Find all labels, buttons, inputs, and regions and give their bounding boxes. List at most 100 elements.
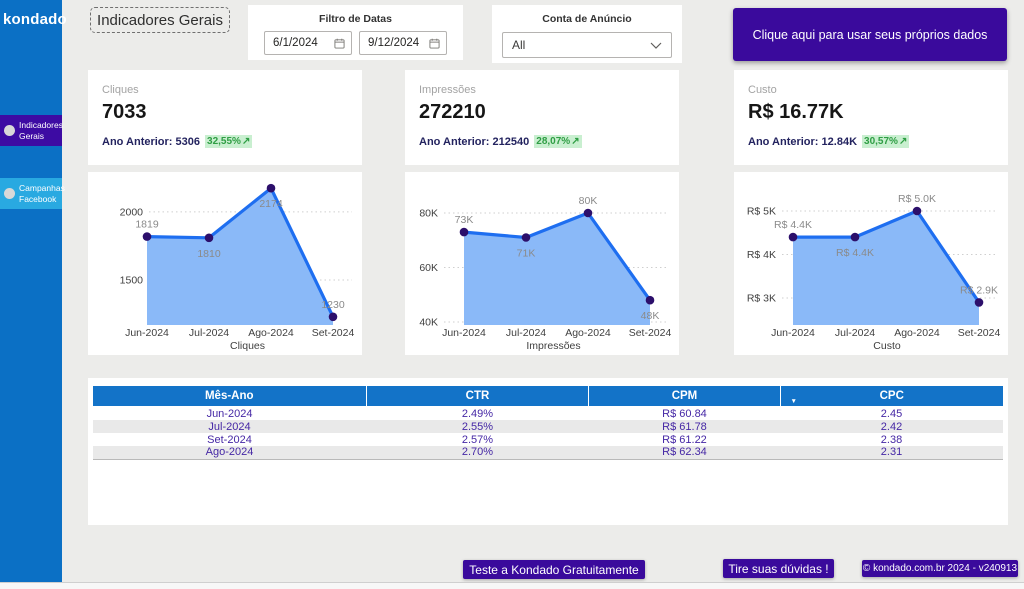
metrics-table-card: Mês-Ano CTR CPM CPC ▼ Jun-2024 2.49% R$ 6… [88,378,1008,525]
sort-desc-icon: ▼ [791,399,797,406]
svg-text:80K: 80K [579,195,598,207]
column-header-mes-ano[interactable]: Mês-Ano [93,386,366,407]
table-row: Set-2024 2.57% R$ 61.22 2.38 [93,433,1003,446]
svg-text:R$ 4K: R$ 4K [747,249,776,261]
svg-text:Jul-2024: Jul-2024 [506,327,546,339]
column-header-cpc[interactable]: CPC ▼ [780,386,1003,407]
svg-text:Ago-2024: Ago-2024 [565,327,611,339]
start-date-input[interactable]: 6/1/2024 [264,31,352,55]
svg-text:Ago-2024: Ago-2024 [894,327,940,339]
sidebar-item-indicadores-gerais[interactable]: Indicadores Gerais [0,115,62,146]
table-cell: 2.70% [366,446,589,459]
svg-text:2000: 2000 [120,206,144,218]
page-title: Indicadores Gerais [90,7,230,33]
delta-badge: 32,55%↗ [205,135,252,148]
table-cell: 2.45 [780,407,1003,420]
svg-text:Jun-2024: Jun-2024 [442,327,486,339]
svg-text:Jun-2024: Jun-2024 [771,327,815,339]
delta-value: 28,07% [536,136,570,147]
account-dropdown-value: All [512,38,525,52]
kpi-previous-year: Ano Anterior: 5306 32,55%↗ [102,135,362,148]
date-filter-label: Filtro de Datas [248,13,463,25]
svg-text:48K: 48K [641,310,660,322]
kpi-label: Cliques [102,84,362,96]
trend-up-icon: ↗ [242,136,250,147]
column-header-label: CPC [880,390,904,402]
calendar-icon[interactable] [429,38,440,49]
sidebar-item-label: Indicadores Gerais [19,120,63,140]
trend-up-icon: ↗ [899,136,907,147]
svg-text:1230: 1230 [321,299,345,311]
kpi-value: 272210 [419,101,679,124]
table-cell: 2.38 [780,433,1003,446]
svg-text:60K: 60K [419,262,438,274]
svg-text:73K: 73K [455,214,474,226]
svg-text:2174: 2174 [259,198,283,210]
impressoes-area-chart[interactable]: 80K60K40K73K71K80K48KJun-2024Jul-2024Ago… [405,172,679,355]
sidebar-item-campanhas-facebook[interactable]: Campanhas Facebook [0,178,62,209]
svg-text:R$ 3K: R$ 3K [747,293,776,305]
table-cell: Ago-2024 [93,446,366,459]
kpi-card-cliques: Cliques 7033 Ano Anterior: 5306 32,55%↗ [88,70,362,165]
column-header-cpm[interactable]: CPM [589,386,780,407]
svg-text:Custo: Custo [873,340,901,352]
end-date-value: 9/12/2024 [368,37,419,49]
kpi-value: 7033 [102,101,362,124]
prev-label: Ano Anterior: [102,136,172,148]
account-filter-card: Conta de Anúncio All [492,5,682,63]
table-cell: Jul-2024 [93,420,366,433]
table-row: Jun-2024 2.49% R$ 60.84 2.45 [93,407,1003,420]
svg-text:Ago-2024: Ago-2024 [248,327,294,339]
date-filter-card: Filtro de Datas 6/1/2024 9/12/2024 [248,5,463,60]
svg-text:1819: 1819 [135,219,159,231]
svg-text:1810: 1810 [197,248,221,260]
kpi-card-impressoes: Impressões 272210 Ano Anterior: 21254028… [405,70,679,165]
questions-button[interactable]: Tire suas dúvidas ! [723,559,834,578]
svg-text:R$ 4.4K: R$ 4.4K [774,219,812,231]
delta-badge: 30,57%↗ [862,135,909,148]
table-cell: R$ 60.84 [589,407,780,420]
prev-label: Ano Anterior: [748,136,818,148]
custo-area-chart[interactable]: R$ 5KR$ 4KR$ 3KR$ 4.4KR$ 4.4KR$ 5.0KR$ 2… [734,172,1008,355]
svg-text:Set-2024: Set-2024 [629,327,672,339]
account-dropdown[interactable]: All [502,32,672,58]
svg-text:Set-2024: Set-2024 [958,327,1001,339]
table-cell: Jun-2024 [93,407,366,420]
svg-text:80K: 80K [419,207,438,219]
column-header-ctr[interactable]: CTR [366,386,589,407]
delta-badge: 28,07%↗ [534,135,581,148]
prev-value: 5306 [176,136,200,148]
radio-dot-icon [4,188,15,199]
use-own-data-button[interactable]: Clique aqui para usar seus próprios dado… [733,8,1007,61]
kpi-previous-year: Ano Anterior: 12.84K 30,57%↗ [748,135,1008,148]
kondado-logo: kondado [0,0,62,28]
svg-text:40K: 40K [419,317,438,329]
svg-text:Jul-2024: Jul-2024 [189,327,229,339]
free-trial-button[interactable]: Teste a Kondado Gratuitamente [463,560,645,579]
table-cell: R$ 62.34 [589,446,780,459]
prev-label: Ano Anterior: [419,136,489,148]
sidebar: kondado Indicadores Gerais Campanhas Fac… [0,0,62,582]
table-cell: 2.49% [366,407,589,420]
svg-text:Jun-2024: Jun-2024 [125,327,169,339]
table-header-row: Mês-Ano CTR CPM CPC ▼ [93,386,1003,407]
kpi-previous-year: Ano Anterior: 21254028,07%↗ [419,135,679,148]
calendar-icon[interactable] [334,38,345,49]
start-date-value: 6/1/2024 [273,37,318,49]
page-bottom-strip [0,582,1024,589]
table-cell: 2.31 [780,446,1003,459]
table-cell: Set-2024 [93,433,366,446]
end-date-input[interactable]: 9/12/2024 [359,31,447,55]
chevron-down-icon [650,42,662,49]
account-filter-label: Conta de Anúncio [492,13,682,25]
cliques-chart-card: 200015001819181021741230Jun-2024Jul-2024… [88,172,362,355]
table-cell: R$ 61.78 [589,420,780,433]
prev-value: 12.84K [822,136,857,148]
table-row: Jul-2024 2.55% R$ 61.78 2.42 [93,420,1003,433]
copyright-badge: © kondado.com.br 2024 - v240913 [862,560,1018,577]
sidebar-item-label: Campanhas Facebook [19,183,65,203]
cliques-area-chart[interactable]: 200015001819181021741230Jun-2024Jul-2024… [88,172,362,355]
svg-text:R$ 4.4K: R$ 4.4K [836,247,874,259]
date-inputs: 6/1/2024 9/12/2024 [248,31,463,55]
svg-text:Set-2024: Set-2024 [312,327,355,339]
